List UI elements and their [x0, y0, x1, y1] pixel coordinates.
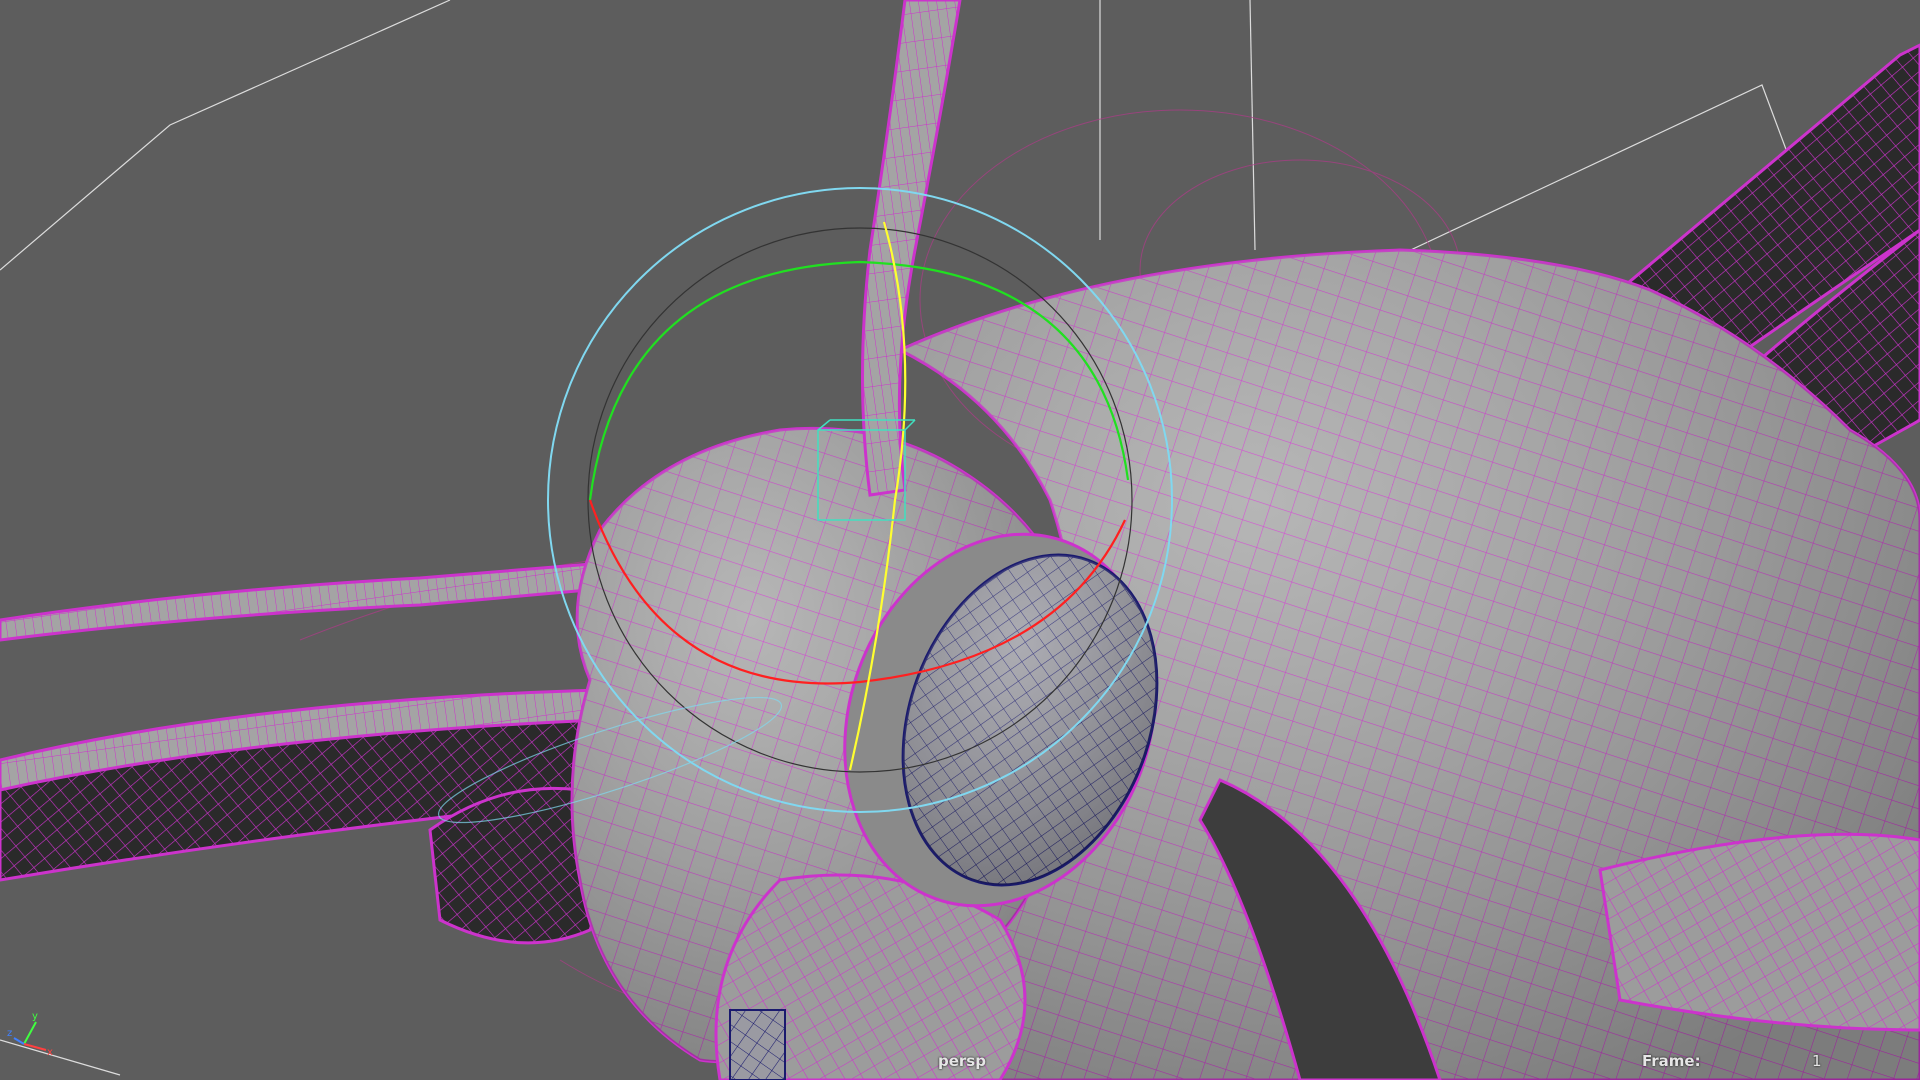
axis-triad: y x z — [6, 1008, 56, 1056]
antenna-left — [0, 558, 647, 642]
y-axis-line — [23, 1021, 37, 1045]
frame-label: Frame: — [1642, 1052, 1701, 1070]
abdomen-segment — [1598, 832, 1920, 1032]
x-axis-label: x — [47, 1047, 53, 1056]
frame-value: 1 — [1812, 1052, 1822, 1070]
x-axis-line — [23, 1043, 47, 1051]
z-axis-line — [13, 1037, 25, 1045]
scene-canvas[interactable] — [0, 0, 1920, 1080]
leg-mesh — [729, 1009, 786, 1080]
y-axis-label: y — [32, 1011, 38, 1022]
z-axis-label: z — [7, 1028, 12, 1039]
camera-name-label: persp — [938, 1052, 986, 1070]
perspective-viewport[interactable]: y x z persp Frame: 1 — [0, 0, 1920, 1080]
